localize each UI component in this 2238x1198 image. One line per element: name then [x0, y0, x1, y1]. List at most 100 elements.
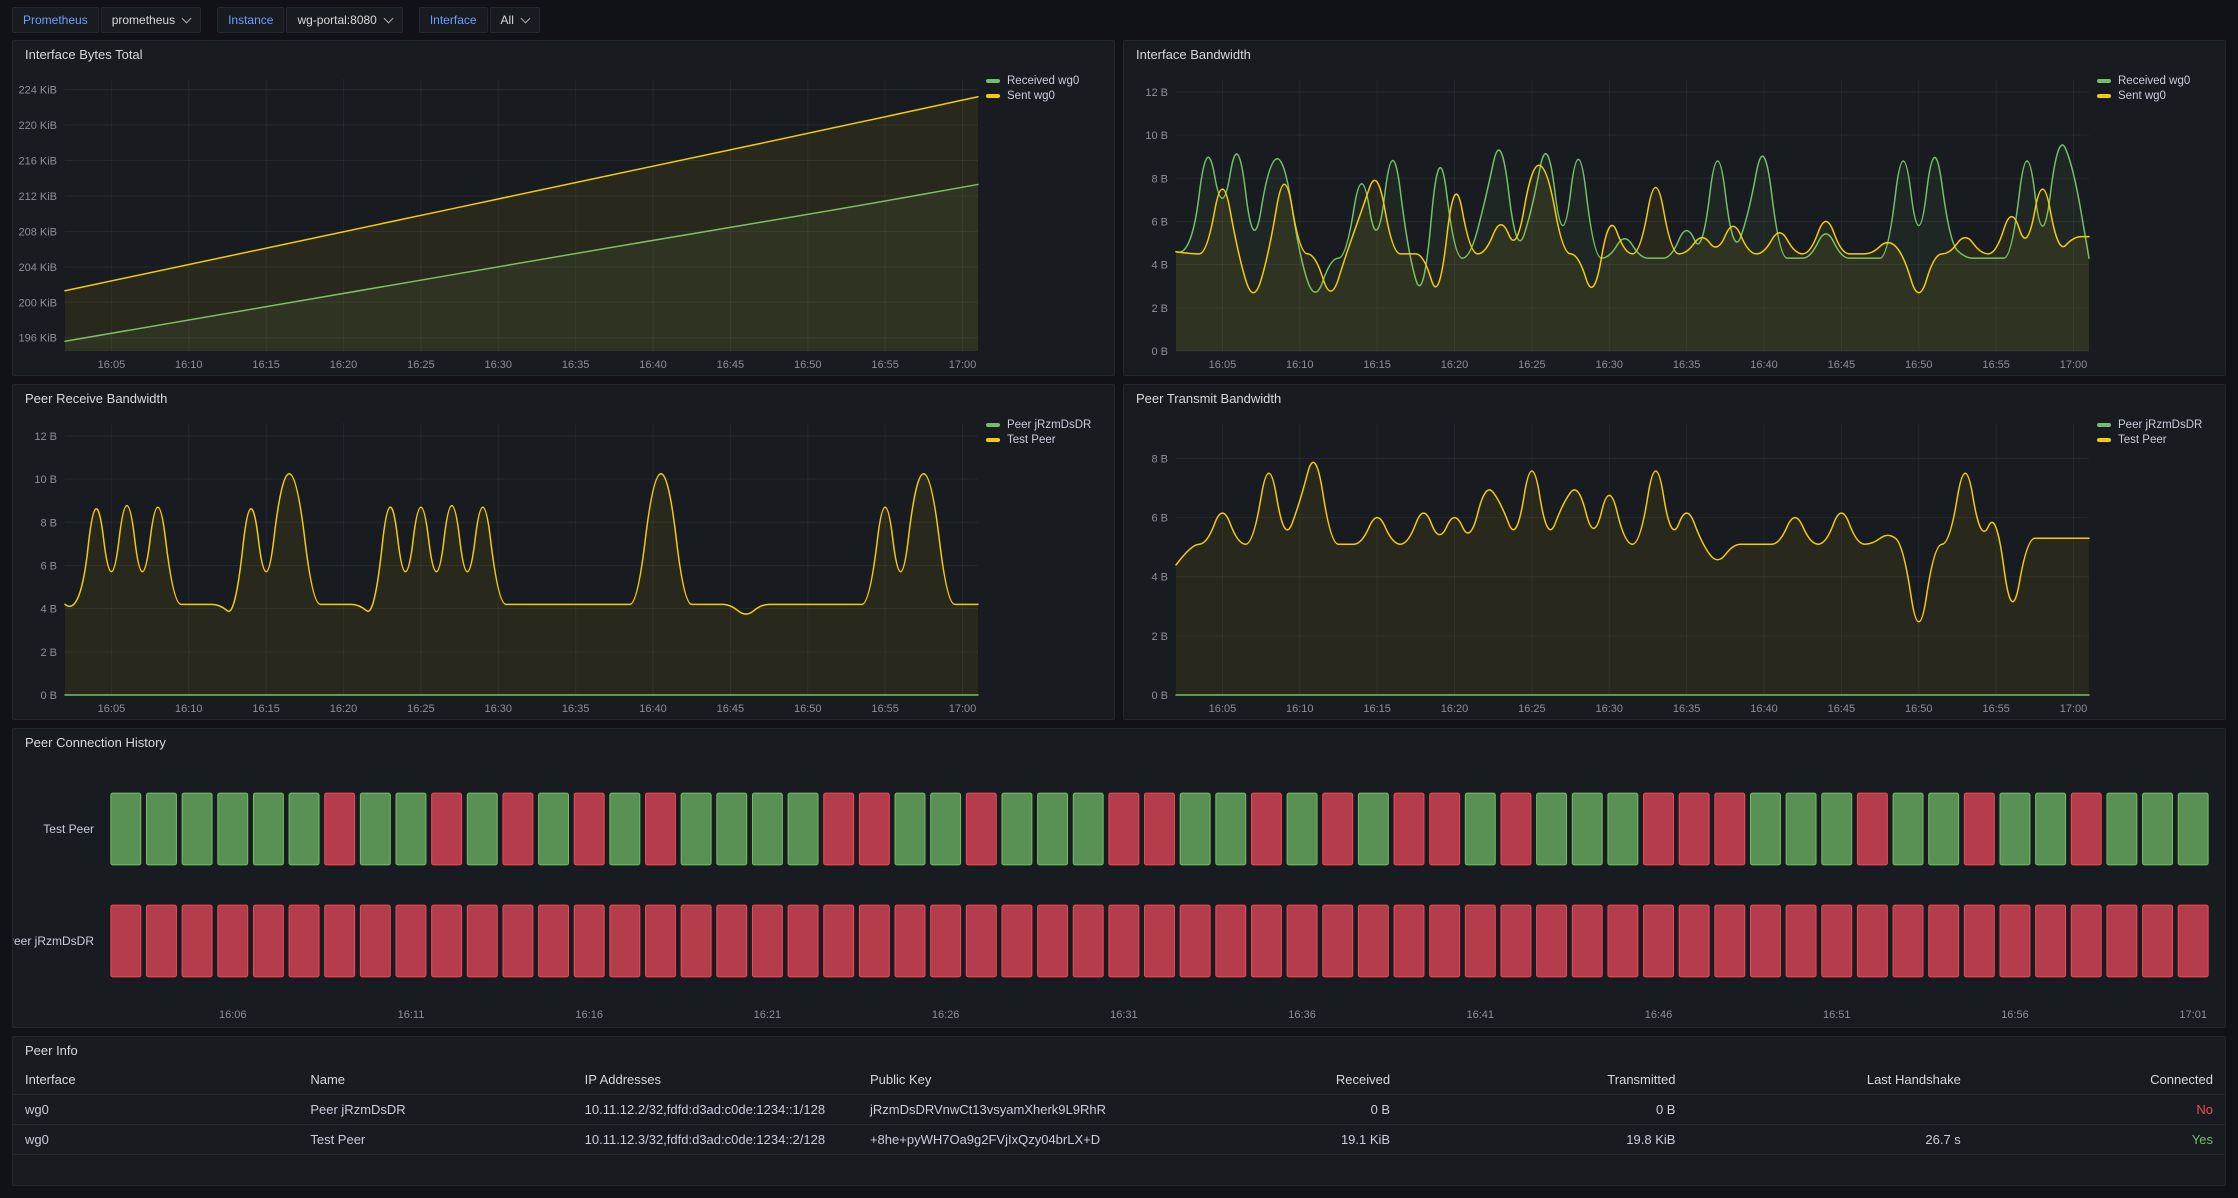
- status-bar[interactable]: [1358, 793, 1388, 865]
- status-bar[interactable]: [2143, 793, 2173, 865]
- column-header-ip-addresses[interactable]: IP Addresses: [573, 1065, 858, 1094]
- status-bar[interactable]: [360, 905, 390, 977]
- status-bar[interactable]: [752, 905, 782, 977]
- column-header-name[interactable]: Name: [298, 1065, 572, 1094]
- status-bar[interactable]: [1287, 793, 1317, 865]
- status-bar[interactable]: [1358, 905, 1388, 977]
- status-bar[interactable]: [610, 905, 640, 977]
- peer-connection-history-chart[interactable]: 16:0616:1116:1616:2116:2616:3116:3616:41…: [13, 757, 2225, 1027]
- status-bar[interactable]: [218, 905, 248, 977]
- var-select-interface[interactable]: All: [490, 7, 540, 33]
- status-bar[interactable]: [1002, 793, 1032, 865]
- status-bar[interactable]: [467, 793, 497, 865]
- panel-title-peer-transmit-bandwidth[interactable]: Peer Transmit Bandwidth: [1124, 385, 2225, 413]
- status-bar[interactable]: [218, 793, 248, 865]
- status-bar[interactable]: [859, 905, 889, 977]
- status-bar[interactable]: [1394, 793, 1424, 865]
- status-bar[interactable]: [289, 793, 319, 865]
- status-bar[interactable]: [966, 793, 996, 865]
- status-bar[interactable]: [1038, 793, 1068, 865]
- status-bar[interactable]: [396, 793, 426, 865]
- status-bar[interactable]: [1929, 905, 1959, 977]
- status-bar[interactable]: [253, 793, 283, 865]
- status-bar[interactable]: [1109, 905, 1139, 977]
- status-bar[interactable]: [788, 793, 818, 865]
- status-bar[interactable]: [1964, 905, 1994, 977]
- status-bar[interactable]: [1430, 905, 1460, 977]
- status-bar[interactable]: [2000, 905, 2030, 977]
- panel-title-peer-info[interactable]: Peer Info: [13, 1037, 2225, 1065]
- status-bar[interactable]: [539, 793, 569, 865]
- legend-item[interactable]: Peer jRzmDsDR: [986, 419, 1091, 431]
- status-bar[interactable]: [2107, 793, 2137, 865]
- status-bar[interactable]: [1216, 905, 1246, 977]
- status-bar[interactable]: [1430, 793, 1460, 865]
- status-bar[interactable]: [1644, 793, 1674, 865]
- status-bar[interactable]: [1501, 793, 1531, 865]
- status-bar[interactable]: [1893, 793, 1923, 865]
- status-bar[interactable]: [646, 793, 676, 865]
- status-bar[interactable]: [432, 793, 462, 865]
- status-bar[interactable]: [1394, 905, 1424, 977]
- panel-title-peer-connection-history[interactable]: Peer Connection History: [13, 729, 2225, 757]
- status-bar[interactable]: [1216, 793, 1246, 865]
- status-bar[interactable]: [182, 793, 212, 865]
- status-bar[interactable]: [717, 905, 747, 977]
- status-bar[interactable]: [1145, 905, 1175, 977]
- status-bar[interactable]: [253, 905, 283, 977]
- status-bar[interactable]: [1465, 905, 1495, 977]
- status-bar[interactable]: [2071, 793, 2101, 865]
- status-bar[interactable]: [2036, 905, 2066, 977]
- interface-bandwidth-chart[interactable]: 16:0516:1016:1516:2016:2516:3016:3516:40…: [1124, 69, 2097, 375]
- status-bar[interactable]: [1501, 905, 1531, 977]
- status-bar[interactable]: [1715, 793, 1745, 865]
- legend-item[interactable]: Received wg0: [986, 75, 1079, 87]
- status-bar[interactable]: [1679, 905, 1709, 977]
- status-bar[interactable]: [2000, 793, 2030, 865]
- interface-bytes-total-chart[interactable]: 16:0516:1016:1516:2016:2516:3016:3516:40…: [13, 69, 986, 375]
- status-bar[interactable]: [1608, 905, 1638, 977]
- status-bar[interactable]: [2178, 905, 2208, 977]
- column-header-last-handshake[interactable]: Last Handshake: [1687, 1065, 1972, 1094]
- status-bar[interactable]: [966, 905, 996, 977]
- status-bar[interactable]: [574, 905, 604, 977]
- legend-item[interactable]: Peer jRzmDsDR: [2097, 419, 2202, 431]
- status-bar[interactable]: [539, 905, 569, 977]
- status-bar[interactable]: [1644, 905, 1674, 977]
- status-bar[interactable]: [1893, 905, 1923, 977]
- column-header-public-key[interactable]: Public Key: [858, 1065, 1121, 1094]
- status-bar[interactable]: [681, 905, 711, 977]
- legend-item[interactable]: Sent wg0: [2097, 90, 2166, 102]
- status-bar[interactable]: [931, 905, 961, 977]
- status-bar[interactable]: [1180, 793, 1210, 865]
- status-bar[interactable]: [610, 793, 640, 865]
- panel-title-peer-receive-bandwidth[interactable]: Peer Receive Bandwidth: [13, 385, 1114, 413]
- status-bar[interactable]: [289, 905, 319, 977]
- column-header-transmitted[interactable]: Transmitted: [1402, 1065, 1687, 1094]
- status-bar[interactable]: [111, 793, 141, 865]
- status-bar[interactable]: [325, 793, 355, 865]
- status-bar[interactable]: [182, 905, 212, 977]
- status-bar[interactable]: [1572, 905, 1602, 977]
- status-bar[interactable]: [146, 793, 176, 865]
- status-bar[interactable]: [681, 793, 711, 865]
- column-header-interface[interactable]: Interface: [13, 1065, 298, 1094]
- panel-title-interface-bytes-total[interactable]: Interface Bytes Total: [13, 41, 1114, 69]
- legend-item[interactable]: Test Peer: [986, 434, 1056, 446]
- status-bar[interactable]: [752, 793, 782, 865]
- status-bar[interactable]: [1323, 905, 1353, 977]
- status-bar[interactable]: [146, 905, 176, 977]
- status-bar[interactable]: [1537, 905, 1567, 977]
- status-bar[interactable]: [1822, 793, 1852, 865]
- status-bar[interactable]: [2107, 905, 2137, 977]
- column-header-connected[interactable]: Connected: [1973, 1065, 2225, 1094]
- status-bar[interactable]: [1038, 905, 1068, 977]
- status-bar[interactable]: [2178, 793, 2208, 865]
- status-bar[interactable]: [1251, 793, 1281, 865]
- status-bar[interactable]: [396, 905, 426, 977]
- status-bar[interactable]: [1822, 905, 1852, 977]
- status-bar[interactable]: [859, 793, 889, 865]
- status-bar[interactable]: [895, 793, 925, 865]
- legend-item[interactable]: Sent wg0: [986, 90, 1055, 102]
- status-bar[interactable]: [1073, 793, 1103, 865]
